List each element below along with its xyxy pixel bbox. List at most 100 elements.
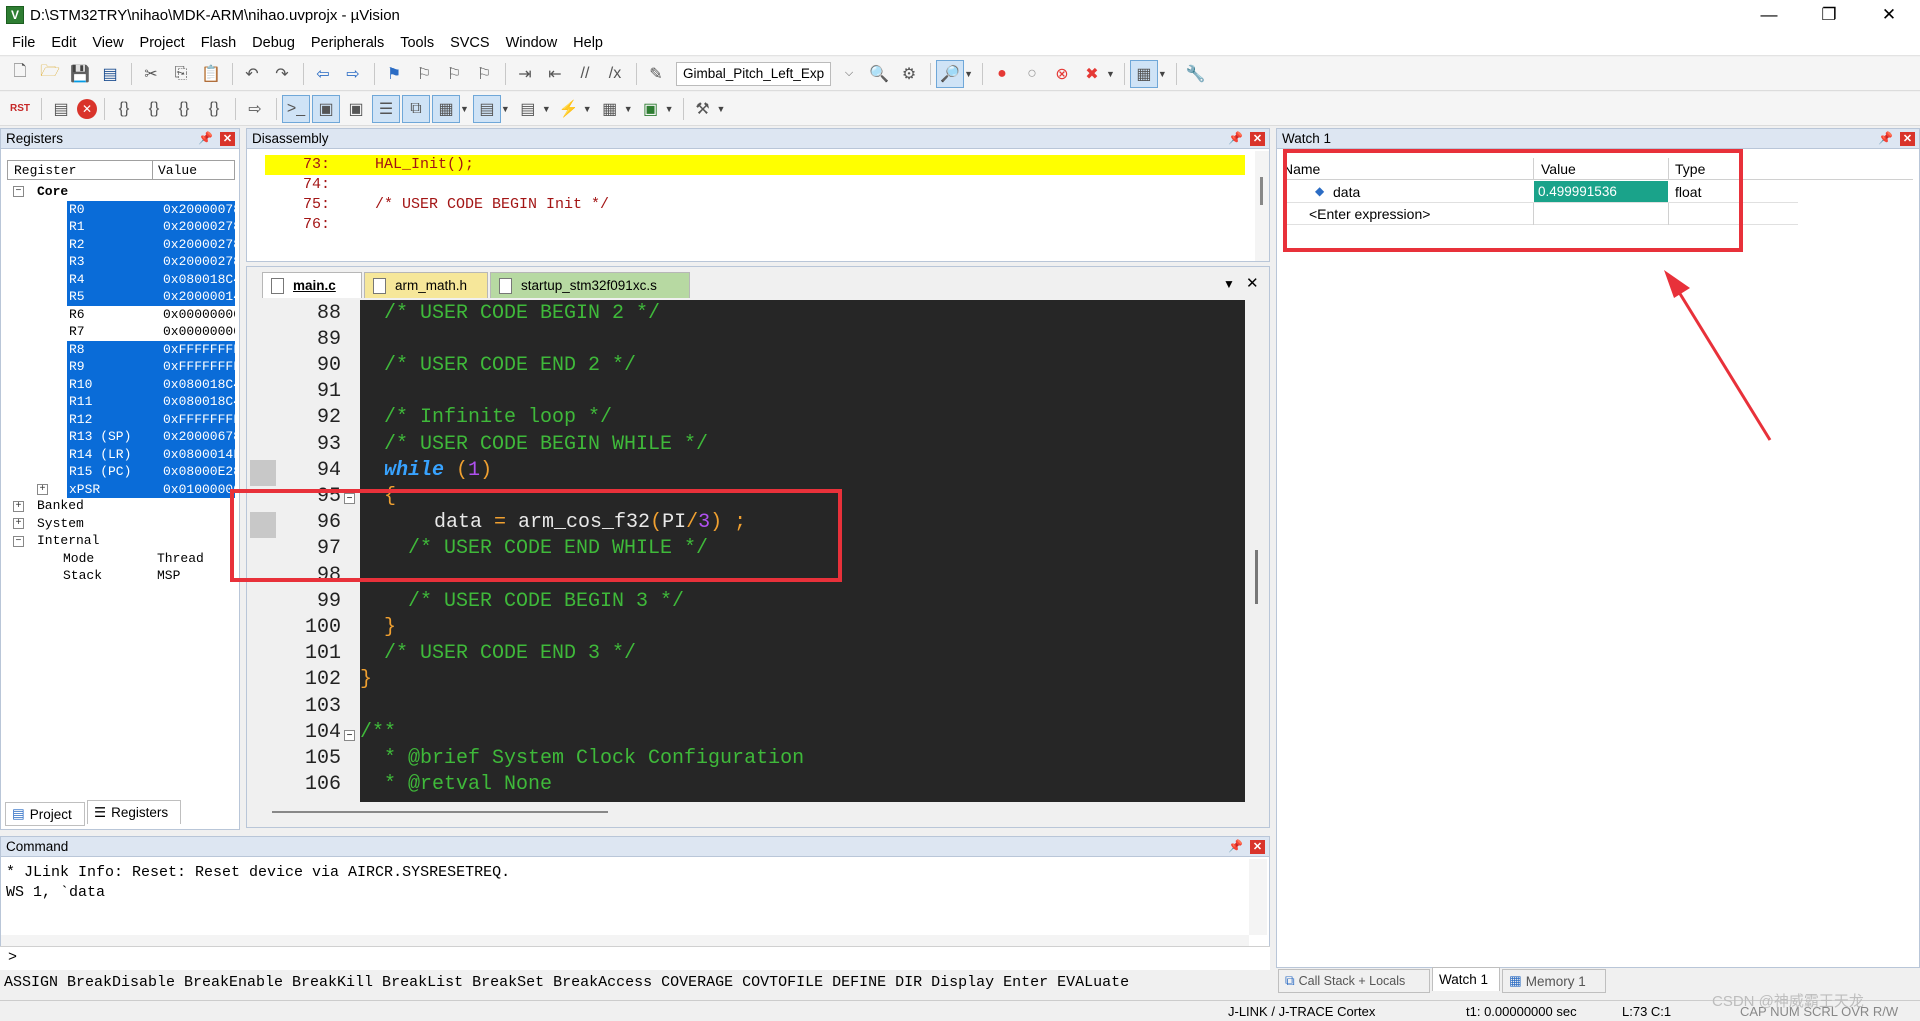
indent-icon[interactable]: ⇥ xyxy=(511,60,539,88)
collapse-icon[interactable]: − xyxy=(13,186,24,197)
register-row[interactable]: R14 (LR) 0x0800014F xyxy=(7,445,235,463)
register-row[interactable]: R7 0x00000000 xyxy=(7,323,235,341)
disassembly-current-line[interactable]: 73: HAL_Init(); xyxy=(265,155,1245,175)
debug-session-icon[interactable]: 🔎 xyxy=(936,59,965,88)
code-line[interactable]: 103 xyxy=(250,693,1245,719)
disassembly-window-icon[interactable]: ▣ xyxy=(312,94,340,123)
menu-help[interactable]: Help xyxy=(565,30,611,56)
editor-horizontal-scrollbar[interactable] xyxy=(250,804,1245,820)
watch-window-icon[interactable]: ▦ xyxy=(432,94,460,123)
disassembly-line[interactable]: 74: xyxy=(265,175,1245,195)
value-column-header[interactable]: Value xyxy=(158,163,197,178)
register-row[interactable]: R0 0x20000078 xyxy=(7,200,235,218)
code-line[interactable]: 99 /* USER CODE BEGIN 3 */ xyxy=(250,588,1245,614)
register-row[interactable]: R10 0x080018C4 xyxy=(7,375,235,393)
tab-main-c[interactable]: main.c xyxy=(262,272,362,298)
reset-cpu-icon[interactable]: RST xyxy=(6,95,34,123)
prev-bookmark-icon[interactable]: ⚐ xyxy=(410,60,438,88)
redo-icon[interactable]: ↷ xyxy=(268,60,296,88)
target-select[interactable]: Gimbal_Pitch_Left_Exp xyxy=(676,61,832,86)
register-row[interactable]: R4 0x080018C4 xyxy=(7,270,235,288)
code-line[interactable]: 105 * @brief System Clock Configuration xyxy=(250,745,1245,771)
save-all-icon[interactable]: ▤ xyxy=(96,60,124,88)
window-layout-icon[interactable]: ▦ xyxy=(1129,59,1158,88)
register-row[interactable]: + xPSR 0x01000000 xyxy=(7,480,235,498)
tab-project[interactable]: ▤ Project xyxy=(5,802,85,826)
restore-button[interactable]: ❐ xyxy=(1806,0,1852,30)
disassembly-line[interactable]: 75: /* USER CODE BEGIN Init */ xyxy=(265,195,1245,215)
code-line[interactable]: 93 /* USER CODE BEGIN WHILE */ xyxy=(250,431,1245,457)
uncomment-icon[interactable]: /x xyxy=(601,60,629,88)
close-window-button[interactable]: ✕ xyxy=(1866,0,1912,30)
code-line[interactable]: 88 /* USER CODE BEGIN 2 */ xyxy=(250,300,1245,326)
system-group-label[interactable]: System xyxy=(37,516,84,531)
close-panel-icon[interactable]: ✕ xyxy=(1900,132,1915,146)
copy-icon[interactable]: ⎘ xyxy=(167,60,195,88)
menu-flash[interactable]: Flash xyxy=(193,30,244,56)
save-icon[interactable]: 💾 xyxy=(66,60,94,88)
nav-back-icon[interactable]: ⇦ xyxy=(309,60,337,88)
register-row[interactable]: R3 0x20000278 xyxy=(7,253,235,271)
code-line[interactable]: 104/** xyxy=(250,719,1245,745)
stop-icon[interactable]: ✕ xyxy=(77,98,97,119)
register-row[interactable]: R13 (SP) 0x20000678 xyxy=(7,428,235,446)
code-line[interactable]: 92 /* Infinite loop */ xyxy=(250,405,1245,431)
editor-vertical-scrollbar[interactable] xyxy=(1248,300,1266,800)
nav-forward-icon[interactable]: ⇨ xyxy=(339,60,367,88)
menu-file[interactable]: File xyxy=(4,30,43,56)
insert-breakpoint-icon[interactable]: ● xyxy=(988,60,1016,88)
tab-call-stack-locals[interactable]: ⧉ Call Stack + Locals xyxy=(1278,969,1430,993)
internal-group-label[interactable]: Internal xyxy=(37,533,99,548)
clear-bookmarks-icon[interactable]: ⚐ xyxy=(470,60,498,88)
analysis-window-icon[interactable]: ⚡ xyxy=(555,95,583,123)
disassembly-scrollbar[interactable] xyxy=(1255,151,1269,261)
banked-group-label[interactable]: Banked xyxy=(37,498,84,513)
tab-arm-math-h[interactable]: arm_math.h xyxy=(364,272,488,298)
pin-icon[interactable]: 📌 xyxy=(1228,839,1243,853)
tab-registers[interactable]: ☰ Registers xyxy=(87,800,181,824)
tab-list-dropdown-icon[interactable]: ▼ xyxy=(1223,277,1235,291)
pin-icon[interactable]: 📌 xyxy=(198,131,213,145)
tab-startup-s[interactable]: startup_stm32f091xc.s xyxy=(490,272,690,298)
run-icon[interactable]: ▤ xyxy=(47,95,75,123)
tab-watch-1[interactable]: Watch 1 xyxy=(1432,967,1500,991)
register-row[interactable]: R2 0x20000278 xyxy=(7,235,235,253)
register-column-header[interactable]: Register xyxy=(14,163,76,178)
unindent-icon[interactable]: ⇤ xyxy=(541,60,569,88)
system-viewer-icon[interactable]: ▦ xyxy=(596,95,624,123)
menu-peripherals[interactable]: Peripherals xyxy=(303,30,392,56)
menu-window[interactable]: Window xyxy=(498,30,566,56)
kill-breakpoints-icon[interactable]: ✖ xyxy=(1078,60,1106,88)
close-tab-icon[interactable]: ✕ xyxy=(1246,274,1259,292)
pin-icon[interactable]: 📌 xyxy=(1878,131,1893,145)
serial-window-icon[interactable]: ▤ xyxy=(514,95,542,123)
wrench-icon[interactable]: 🔧 xyxy=(1182,60,1210,88)
paste-icon[interactable]: 📋 xyxy=(197,60,225,88)
memory-window-icon[interactable]: ▤ xyxy=(472,94,501,123)
collapse-icon[interactable]: − xyxy=(13,536,24,547)
command-window-icon[interactable]: >_ xyxy=(282,94,310,123)
expand-icon[interactable]: + xyxy=(13,501,24,512)
expand-icon[interactable]: + xyxy=(13,518,24,529)
menu-debug[interactable]: Debug xyxy=(244,30,303,56)
show-next-statement-icon[interactable]: ⇨ xyxy=(241,95,269,123)
menu-edit[interactable]: Edit xyxy=(43,30,84,56)
configure-icon[interactable]: ⚙ xyxy=(895,60,923,88)
code-line[interactable]: 89 xyxy=(250,326,1245,352)
register-row[interactable]: R6 0x00000000 xyxy=(7,306,235,324)
comment-icon[interactable]: // xyxy=(571,60,599,88)
code-line[interactable]: 91 xyxy=(250,379,1245,405)
bookmark-icon[interactable]: ⚑ xyxy=(380,60,408,88)
core-group-label[interactable]: Core xyxy=(37,184,68,199)
toolbox-icon[interactable]: ▣ xyxy=(637,95,665,123)
register-row[interactable]: R9 0xFFFFFFFF xyxy=(7,358,235,376)
tools-icon[interactable]: ⚒ xyxy=(689,95,717,123)
disassembly-line[interactable]: 76: xyxy=(265,215,1245,235)
undo-icon[interactable]: ↶ xyxy=(238,60,266,88)
menu-tools[interactable]: Tools xyxy=(392,30,442,56)
tab-memory-1[interactable]: ▦ Memory 1 xyxy=(1502,969,1606,993)
code-line[interactable]: 102} xyxy=(250,667,1245,693)
menu-project[interactable]: Project xyxy=(132,30,193,56)
code-line[interactable]: 106 * @retval None xyxy=(250,772,1245,798)
step-into-icon[interactable]: {} xyxy=(110,95,138,123)
